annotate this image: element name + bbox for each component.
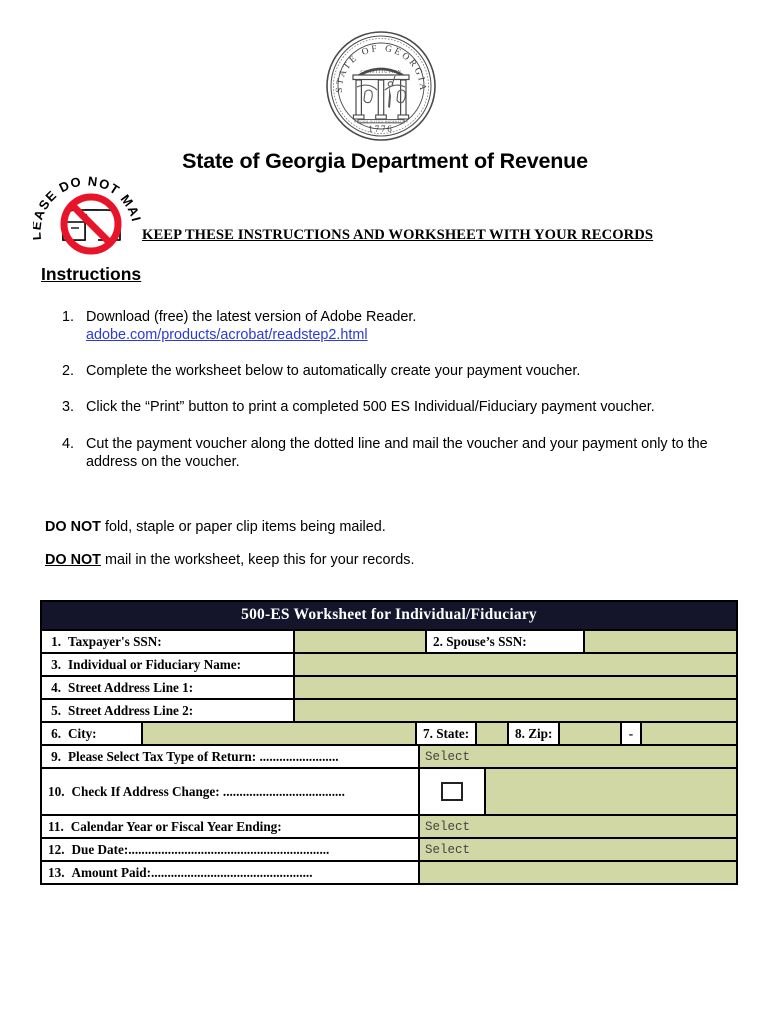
do-not-bold-2: DO NOT bbox=[45, 552, 101, 568]
fiduciary-name-input[interactable] bbox=[295, 654, 736, 675]
row-number: 1. bbox=[51, 633, 61, 649]
page-title: State of Georgia Department of Revenue bbox=[182, 149, 588, 173]
street-address-1-input[interactable] bbox=[295, 677, 736, 698]
row-label: Individual or Fiduciary Name: bbox=[68, 656, 242, 672]
table-row: 4. Street Address Line 1: bbox=[42, 675, 736, 698]
street-address-1-label: 4. Street Address Line 1: bbox=[42, 677, 293, 698]
amount-paid-input[interactable] bbox=[420, 862, 736, 883]
row-number: 4. bbox=[51, 679, 61, 695]
row-label: Please Select Tax Type of Return: ......… bbox=[68, 748, 339, 764]
seal-graphic: STATE OF GEORGIA CONSTITUTION WISDOM JUS… bbox=[326, 31, 436, 141]
row-label: Check If Address Change: ...............… bbox=[71, 783, 345, 799]
worksheet-title: 500-ES Worksheet for Individual/Fiduciar… bbox=[42, 602, 736, 629]
list-item: 2. Complete the worksheet below to autom… bbox=[62, 362, 722, 380]
due-date-label: 12. Due Date:............................… bbox=[42, 839, 418, 860]
list-item: 3. Click the “Print” button to print a c… bbox=[62, 398, 722, 416]
table-row: 9. Please Select Tax Type of Return: ....… bbox=[42, 744, 736, 767]
row-label: Taxpayer's SSN: bbox=[68, 633, 162, 649]
step-number: 2. bbox=[62, 362, 75, 379]
row-number: 13. bbox=[48, 864, 65, 880]
step-number: 1. bbox=[62, 309, 75, 325]
table-row: 3. Individual or Fiduciary Name: bbox=[42, 652, 736, 675]
address-change-checkbox-cell[interactable] bbox=[420, 769, 484, 814]
row-number: 3. bbox=[51, 656, 61, 672]
row-label: Amount Paid:............................… bbox=[71, 864, 313, 880]
svg-text:1776: 1776 bbox=[368, 124, 393, 134]
georgia-state-seal: STATE OF GEORGIA CONSTITUTION WISDOM JUS… bbox=[325, 30, 437, 142]
calendar-year-label: 11. Calendar Year or Fiscal Year Ending: bbox=[42, 816, 418, 837]
row-number: 11. bbox=[48, 818, 64, 834]
row-number: 9. bbox=[51, 748, 61, 764]
no-mail-icon: PLEASE DO NOT MAIL! bbox=[33, 176, 144, 255]
row-label: Street Address Line 2: bbox=[68, 702, 194, 718]
street-address-2-input[interactable] bbox=[295, 700, 736, 721]
do-not-bold-1: DO NOT bbox=[45, 519, 101, 535]
table-row: 13. Amount Paid:.........................… bbox=[42, 860, 736, 883]
instructions-heading: Instructions bbox=[41, 264, 142, 284]
zip-label: 8. Zip: bbox=[509, 723, 558, 744]
due-date-select[interactable]: Select bbox=[420, 839, 736, 860]
table-row: 12. Due Date:............................… bbox=[42, 837, 736, 860]
row-label: Street Address Line 1: bbox=[68, 679, 194, 695]
calendar-year-select[interactable]: Select bbox=[420, 816, 736, 837]
step-number: 4. bbox=[62, 435, 75, 452]
svg-text:CONSTITUTION: CONSTITUTION bbox=[361, 69, 402, 74]
worksheet-table: 500-ES Worksheet for Individual/Fiduciar… bbox=[40, 600, 738, 885]
city-input[interactable] bbox=[143, 723, 415, 744]
row-number: 6. bbox=[51, 725, 61, 741]
do-not-text-1: fold, staple or paper clip items being m… bbox=[100, 519, 386, 535]
table-row: 6. City: 7. State: 8. Zip: - bbox=[42, 721, 736, 744]
row-number: 12. bbox=[48, 841, 65, 857]
please-do-not-mail-stamp: PLEASE DO NOT MAIL! bbox=[33, 176, 158, 260]
row-label: Due Date:...............................… bbox=[71, 841, 330, 857]
tax-type-label: 9. Please Select Tax Type of Return: ....… bbox=[42, 746, 418, 767]
step-text: Cut the payment voucher along the dotted… bbox=[86, 435, 708, 471]
tax-type-select[interactable]: Select bbox=[420, 746, 736, 767]
do-not-mail-worksheet-note: DO NOT mail in the worksheet, keep this … bbox=[45, 552, 415, 568]
fiduciary-name-label: 3. Individual or Fiduciary Name: bbox=[42, 654, 293, 675]
keep-records-notice: KEEP THESE INSTRUCTIONS AND WORKSHEET WI… bbox=[142, 227, 654, 243]
state-label: 7. State: bbox=[417, 723, 475, 744]
row-number: 5. bbox=[51, 702, 61, 718]
row-label: City: bbox=[68, 725, 97, 741]
zip-input[interactable] bbox=[560, 723, 620, 744]
step-text: Download (free) the latest version of Ad… bbox=[86, 309, 417, 325]
do-not-text-2: mail in the worksheet, keep this for you… bbox=[100, 552, 415, 568]
zip-plus4-input[interactable] bbox=[642, 723, 736, 744]
address-change-filler bbox=[486, 769, 736, 814]
step-text: Click the “Print” button to print a comp… bbox=[86, 399, 655, 416]
do-not-fold-note: DO NOT fold, staple or paper clip items … bbox=[45, 519, 386, 535]
amount-paid-label: 13. Amount Paid:.........................… bbox=[42, 862, 418, 883]
table-row: 1. Taxpayer's SSN: 2. Spouse’s SSN: bbox=[42, 629, 736, 652]
state-input[interactable] bbox=[477, 723, 507, 744]
row-number: 10. bbox=[48, 783, 65, 799]
city-label: 6. City: bbox=[42, 723, 141, 744]
taxpayer-ssn-label: 1. Taxpayer's SSN: bbox=[42, 631, 293, 652]
table-row: 11. Calendar Year or Fiscal Year Ending: … bbox=[42, 814, 736, 837]
address-change-checkbox[interactable] bbox=[441, 782, 463, 801]
step-text: Complete the worksheet below to automati… bbox=[86, 362, 581, 379]
list-item: 1. Download (free) the latest version of… bbox=[62, 308, 722, 345]
taxpayer-ssn-input[interactable] bbox=[295, 631, 425, 652]
zip-dash-separator: - bbox=[622, 723, 640, 744]
svg-text:PLEASE DO NOT MAIL!: PLEASE DO NOT MAIL! bbox=[33, 176, 144, 241]
step-number: 3. bbox=[62, 399, 75, 416]
svg-text:WISDOM JUSTICE MODERATION: WISDOM JUSTICE MODERATION bbox=[354, 119, 409, 123]
spouse-ssn-label: 2. Spouse’s SSN: bbox=[427, 631, 583, 652]
table-row: 10. Check If Address Change: ............… bbox=[42, 767, 736, 814]
address-change-label: 10. Check If Address Change: ............… bbox=[42, 769, 418, 814]
adobe-reader-link[interactable]: adobe.com/products/acrobat/readstep2.htm… bbox=[86, 326, 722, 344]
row-label: Calendar Year or Fiscal Year Ending: bbox=[70, 818, 282, 834]
list-item: 4. Cut the payment voucher along the dot… bbox=[62, 435, 722, 472]
spouse-ssn-input[interactable] bbox=[585, 631, 736, 652]
table-row: 5. Street Address Line 2: bbox=[42, 698, 736, 721]
street-address-2-label: 5. Street Address Line 2: bbox=[42, 700, 293, 721]
instruction-list: 1. Download (free) the latest version of… bbox=[62, 308, 722, 489]
